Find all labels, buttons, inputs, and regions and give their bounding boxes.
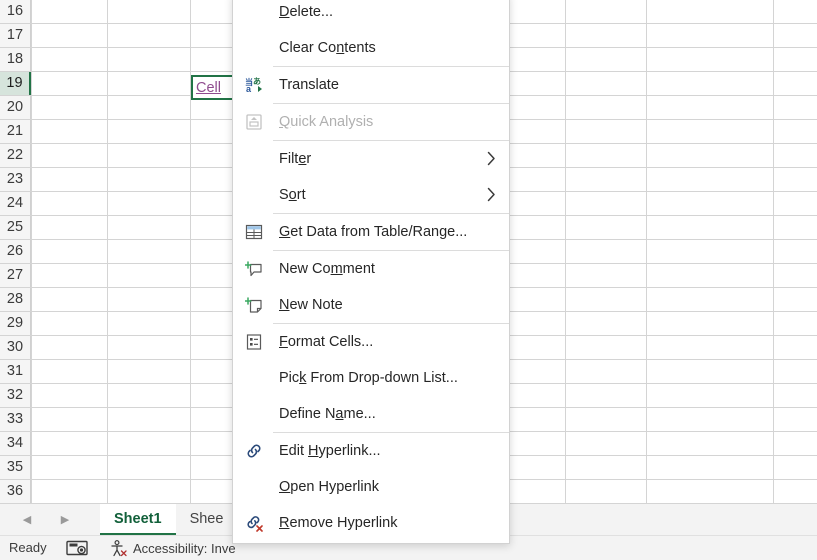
menu-item-edit-hyperlink[interactable]: Edit Hyperlink... <box>233 433 509 469</box>
row-header[interactable]: 23 <box>0 168 31 191</box>
row-header[interactable]: 17 <box>0 24 31 47</box>
row-header[interactable]: 20 <box>0 96 31 119</box>
accessibility-label: Accessibility: Inve <box>133 541 236 556</box>
menu-item-label: Translate <box>279 77 339 93</box>
row-header[interactable]: 22 <box>0 144 31 167</box>
menu-item-quick-analysis: Quick Analysis <box>233 104 509 140</box>
accessibility-status[interactable]: Accessibility: Inve <box>110 540 236 557</box>
column-divider <box>31 0 32 503</box>
chevron-left-icon[interactable]: ◀ <box>18 511 36 529</box>
menu-item-get-data-from-table-range[interactable]: Get Data from Table/Range... <box>233 214 509 250</box>
row-header[interactable]: 16 <box>0 0 31 23</box>
row-header[interactable]: 29 <box>0 312 31 335</box>
cell-context-menu[interactable]: Delete... Clear Contents 当 a あ Translate … <box>232 0 510 544</box>
menu-item-pick-from-drop-down-list[interactable]: Pick From Drop-down List... <box>233 360 509 396</box>
row-header[interactable]: 31 <box>0 360 31 383</box>
remove-hyperlink-icon <box>245 514 263 532</box>
row-header[interactable]: 28 <box>0 288 31 311</box>
quick-analysis-icon <box>245 113 263 131</box>
menu-item-label: Pick From Drop-down List... <box>279 370 458 386</box>
new-comment-icon <box>245 260 263 278</box>
sheet-tabs[interactable]: Sheet1 Shee <box>100 504 238 536</box>
row-header[interactable]: 21 <box>0 120 31 143</box>
column-divider <box>773 0 774 503</box>
column-divider <box>107 0 108 503</box>
sheet-tab-sheet1[interactable]: Sheet1 <box>100 504 176 536</box>
menu-item-open-hyperlink[interactable]: Open Hyperlink <box>233 469 509 505</box>
row-header[interactable]: 26 <box>0 240 31 263</box>
column-divider <box>565 0 566 503</box>
menu-item-label: Format Cells... <box>279 334 374 350</box>
row-header[interactable]: 30 <box>0 336 31 359</box>
menu-item-label: New Note <box>279 297 343 313</box>
chevron-right-icon <box>487 187 496 202</box>
menu-item-label: Filter <box>279 151 312 167</box>
menu-item-define-name[interactable]: Define Name... <box>233 396 509 432</box>
row-header[interactable]: 33 <box>0 408 31 431</box>
row-header[interactable]: 32 <box>0 384 31 407</box>
menu-item-label: Define Name... <box>279 406 376 422</box>
new-note-icon <box>245 296 263 314</box>
menu-item-new-note[interactable]: New Note <box>233 287 509 323</box>
accessibility-icon <box>111 540 127 557</box>
row-header[interactable]: 27 <box>0 264 31 287</box>
column-divider <box>646 0 647 503</box>
menu-item-label: Get Data from Table/Range... <box>279 224 468 240</box>
menu-item-label: Clear Contents <box>279 40 376 56</box>
edit-hyperlink-icon <box>245 442 263 460</box>
row-header[interactable]: 36 <box>0 480 31 503</box>
excel-window: 16 17 18 19 20 21 22 23 24 25 26 27 28 29 30 31 32 33 34 35… <box>0 0 817 560</box>
menu-item-new-comment[interactable]: New Comment <box>233 251 509 287</box>
row-header[interactable]: 24 <box>0 192 31 215</box>
row-header[interactable]: 25 <box>0 216 31 239</box>
get-data-table-icon <box>245 223 263 241</box>
translate-icon: 当 a あ <box>245 76 263 94</box>
row-header[interactable]: 34 <box>0 432 31 455</box>
sheet-tab-navigation[interactable]: ◀ ▶ <box>18 511 74 529</box>
menu-item-sort[interactable]: Sort <box>233 177 509 213</box>
menu-item-format-cells[interactable]: Format Cells... <box>233 324 509 360</box>
menu-item-label: Edit Hyperlink... <box>279 443 381 459</box>
menu-item-label: Remove Hyperlink <box>279 515 398 531</box>
menu-item-label: Open Hyperlink <box>279 479 379 495</box>
menu-item-label: Delete... <box>279 4 334 20</box>
menu-item-label: Sort <box>279 187 306 203</box>
menu-item-clear-contents[interactable]: Clear Contents <box>233 30 509 66</box>
macro-record-icon[interactable] <box>66 540 88 556</box>
menu-item-label: Quick Analysis <box>279 114 374 130</box>
svg-text:あ: あ <box>253 77 261 86</box>
status-mode-label: Ready <box>9 540 47 555</box>
row-header[interactable]: 19 <box>0 72 31 95</box>
format-cells-icon <box>245 333 263 351</box>
chevron-right-icon <box>487 151 496 166</box>
sheet-tab-shee[interactable]: Shee <box>175 504 238 536</box>
menu-item-remove-hyperlink[interactable]: Remove Hyperlink <box>233 505 509 541</box>
menu-item-filter[interactable]: Filter <box>233 141 509 177</box>
menu-item-label: New Comment <box>279 261 375 277</box>
menu-item-translate[interactable]: 当 a あ Translate <box>233 67 509 103</box>
row-header[interactable]: 18 <box>0 48 31 71</box>
menu-item-delete[interactable]: Delete... <box>233 0 509 30</box>
chevron-right-icon[interactable]: ▶ <box>56 511 74 529</box>
row-header[interactable]: 35 <box>0 456 31 479</box>
